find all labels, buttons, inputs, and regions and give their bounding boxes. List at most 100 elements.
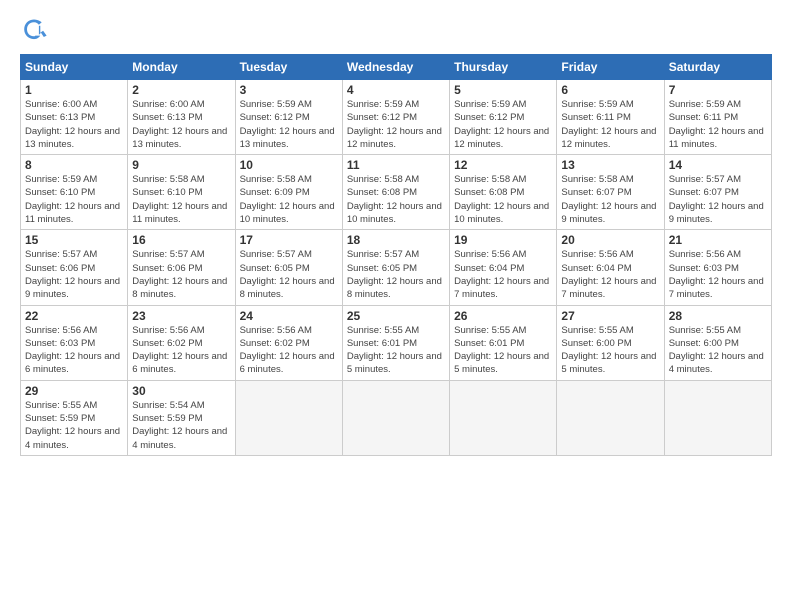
day-number: 10 xyxy=(240,158,338,172)
sunrise-label: Sunrise: 5:56 AM xyxy=(561,249,633,260)
sunset-label: Sunset: 6:13 PM xyxy=(132,112,202,123)
daylight-label: Daylight: 12 hours and 13 minutes. xyxy=(132,126,227,150)
sunset-label: Sunset: 6:12 PM xyxy=(347,112,417,123)
day-info: Sunrise: 5:55 AM Sunset: 5:59 PM Dayligh… xyxy=(25,399,123,452)
day-info: Sunrise: 5:58 AM Sunset: 6:08 PM Dayligh… xyxy=(454,173,552,226)
sunset-label: Sunset: 6:12 PM xyxy=(240,112,310,123)
daylight-label: Daylight: 12 hours and 7 minutes. xyxy=(669,276,764,300)
day-number: 22 xyxy=(25,309,123,323)
header-day-sunday: Sunday xyxy=(21,55,128,80)
calendar-body: 1 Sunrise: 6:00 AM Sunset: 6:13 PM Dayli… xyxy=(21,80,772,456)
calendar-cell: 24 Sunrise: 5:56 AM Sunset: 6:02 PM Dayl… xyxy=(235,305,342,380)
sunrise-label: Sunrise: 5:58 AM xyxy=(132,174,204,185)
sunrise-label: Sunrise: 5:57 AM xyxy=(25,249,97,260)
sunrise-label: Sunrise: 5:55 AM xyxy=(669,325,741,336)
header-day-saturday: Saturday xyxy=(664,55,771,80)
calendar-cell: 13 Sunrise: 5:58 AM Sunset: 6:07 PM Dayl… xyxy=(557,155,664,230)
daylight-label: Daylight: 12 hours and 12 minutes. xyxy=(454,126,549,150)
sunset-label: Sunset: 6:06 PM xyxy=(25,263,95,274)
day-info: Sunrise: 5:56 AM Sunset: 6:02 PM Dayligh… xyxy=(240,324,338,377)
sunrise-label: Sunrise: 5:55 AM xyxy=(561,325,633,336)
calendar-week-5: 29 Sunrise: 5:55 AM Sunset: 5:59 PM Dayl… xyxy=(21,380,772,455)
calendar-cell xyxy=(450,380,557,455)
day-info: Sunrise: 5:58 AM Sunset: 6:08 PM Dayligh… xyxy=(347,173,445,226)
day-number: 19 xyxy=(454,233,552,247)
calendar-cell: 9 Sunrise: 5:58 AM Sunset: 6:10 PM Dayli… xyxy=(128,155,235,230)
sunrise-label: Sunrise: 5:58 AM xyxy=(454,174,526,185)
sunset-label: Sunset: 6:06 PM xyxy=(132,263,202,274)
day-info: Sunrise: 5:55 AM Sunset: 6:01 PM Dayligh… xyxy=(347,324,445,377)
daylight-label: Daylight: 12 hours and 9 minutes. xyxy=(561,201,656,225)
day-number: 1 xyxy=(25,83,123,97)
sunset-label: Sunset: 6:07 PM xyxy=(561,187,631,198)
sunset-label: Sunset: 6:04 PM xyxy=(454,263,524,274)
sunrise-label: Sunrise: 5:56 AM xyxy=(669,249,741,260)
calendar-cell: 11 Sunrise: 5:58 AM Sunset: 6:08 PM Dayl… xyxy=(342,155,449,230)
sunset-label: Sunset: 6:10 PM xyxy=(132,187,202,198)
calendar-cell: 16 Sunrise: 5:57 AM Sunset: 6:06 PM Dayl… xyxy=(128,230,235,305)
day-info: Sunrise: 5:56 AM Sunset: 6:02 PM Dayligh… xyxy=(132,324,230,377)
sunset-label: Sunset: 6:08 PM xyxy=(347,187,417,198)
sunset-label: Sunset: 6:01 PM xyxy=(347,338,417,349)
daylight-label: Daylight: 12 hours and 10 minutes. xyxy=(347,201,442,225)
sunset-label: Sunset: 6:04 PM xyxy=(561,263,631,274)
header xyxy=(20,16,772,44)
day-number: 8 xyxy=(25,158,123,172)
sunrise-label: Sunrise: 5:59 AM xyxy=(347,99,419,110)
sunrise-label: Sunrise: 5:56 AM xyxy=(454,249,526,260)
sunset-label: Sunset: 6:08 PM xyxy=(454,187,524,198)
calendar-cell: 21 Sunrise: 5:56 AM Sunset: 6:03 PM Dayl… xyxy=(664,230,771,305)
daylight-label: Daylight: 12 hours and 5 minutes. xyxy=(347,351,442,375)
daylight-label: Daylight: 12 hours and 9 minutes. xyxy=(25,276,120,300)
day-info: Sunrise: 5:54 AM Sunset: 5:59 PM Dayligh… xyxy=(132,399,230,452)
day-info: Sunrise: 5:57 AM Sunset: 6:06 PM Dayligh… xyxy=(132,248,230,301)
sunrise-label: Sunrise: 5:59 AM xyxy=(25,174,97,185)
day-number: 27 xyxy=(561,309,659,323)
daylight-label: Daylight: 12 hours and 11 minutes. xyxy=(669,126,764,150)
day-info: Sunrise: 5:59 AM Sunset: 6:12 PM Dayligh… xyxy=(240,98,338,151)
sunset-label: Sunset: 6:11 PM xyxy=(669,112,739,123)
day-info: Sunrise: 5:57 AM Sunset: 6:05 PM Dayligh… xyxy=(347,248,445,301)
daylight-label: Daylight: 12 hours and 13 minutes. xyxy=(25,126,120,150)
day-number: 5 xyxy=(454,83,552,97)
day-info: Sunrise: 5:59 AM Sunset: 6:11 PM Dayligh… xyxy=(561,98,659,151)
day-info: Sunrise: 5:59 AM Sunset: 6:12 PM Dayligh… xyxy=(347,98,445,151)
sunrise-label: Sunrise: 5:59 AM xyxy=(561,99,633,110)
sunrise-label: Sunrise: 5:58 AM xyxy=(561,174,633,185)
daylight-label: Daylight: 12 hours and 13 minutes. xyxy=(240,126,335,150)
header-day-wednesday: Wednesday xyxy=(342,55,449,80)
day-number: 16 xyxy=(132,233,230,247)
calendar-cell: 22 Sunrise: 5:56 AM Sunset: 6:03 PM Dayl… xyxy=(21,305,128,380)
calendar-cell: 14 Sunrise: 5:57 AM Sunset: 6:07 PM Dayl… xyxy=(664,155,771,230)
day-info: Sunrise: 5:58 AM Sunset: 6:07 PM Dayligh… xyxy=(561,173,659,226)
day-number: 11 xyxy=(347,158,445,172)
day-info: Sunrise: 6:00 AM Sunset: 6:13 PM Dayligh… xyxy=(25,98,123,151)
day-info: Sunrise: 5:56 AM Sunset: 6:04 PM Dayligh… xyxy=(454,248,552,301)
header-day-friday: Friday xyxy=(557,55,664,80)
calendar-cell: 4 Sunrise: 5:59 AM Sunset: 6:12 PM Dayli… xyxy=(342,80,449,155)
sunrise-label: Sunrise: 5:57 AM xyxy=(669,174,741,185)
header-day-thursday: Thursday xyxy=(450,55,557,80)
day-info: Sunrise: 5:59 AM Sunset: 6:10 PM Dayligh… xyxy=(25,173,123,226)
day-number: 9 xyxy=(132,158,230,172)
sunrise-label: Sunrise: 5:55 AM xyxy=(347,325,419,336)
calendar-cell: 30 Sunrise: 5:54 AM Sunset: 5:59 PM Dayl… xyxy=(128,380,235,455)
day-number: 7 xyxy=(669,83,767,97)
daylight-label: Daylight: 12 hours and 4 minutes. xyxy=(132,426,227,450)
daylight-label: Daylight: 12 hours and 5 minutes. xyxy=(561,351,656,375)
daylight-label: Daylight: 12 hours and 6 minutes. xyxy=(132,351,227,375)
day-info: Sunrise: 5:55 AM Sunset: 6:00 PM Dayligh… xyxy=(561,324,659,377)
calendar-cell: 27 Sunrise: 5:55 AM Sunset: 6:00 PM Dayl… xyxy=(557,305,664,380)
sunset-label: Sunset: 5:59 PM xyxy=(132,413,202,424)
calendar-week-4: 22 Sunrise: 5:56 AM Sunset: 6:03 PM Dayl… xyxy=(21,305,772,380)
sunrise-label: Sunrise: 5:59 AM xyxy=(240,99,312,110)
sunrise-label: Sunrise: 5:56 AM xyxy=(240,325,312,336)
sunrise-label: Sunrise: 5:57 AM xyxy=(240,249,312,260)
calendar-cell: 29 Sunrise: 5:55 AM Sunset: 5:59 PM Dayl… xyxy=(21,380,128,455)
calendar-cell: 28 Sunrise: 5:55 AM Sunset: 6:00 PM Dayl… xyxy=(664,305,771,380)
sunset-label: Sunset: 6:03 PM xyxy=(25,338,95,349)
header-day-tuesday: Tuesday xyxy=(235,55,342,80)
daylight-label: Daylight: 12 hours and 4 minutes. xyxy=(669,351,764,375)
daylight-label: Daylight: 12 hours and 11 minutes. xyxy=(132,201,227,225)
day-info: Sunrise: 5:59 AM Sunset: 6:11 PM Dayligh… xyxy=(669,98,767,151)
